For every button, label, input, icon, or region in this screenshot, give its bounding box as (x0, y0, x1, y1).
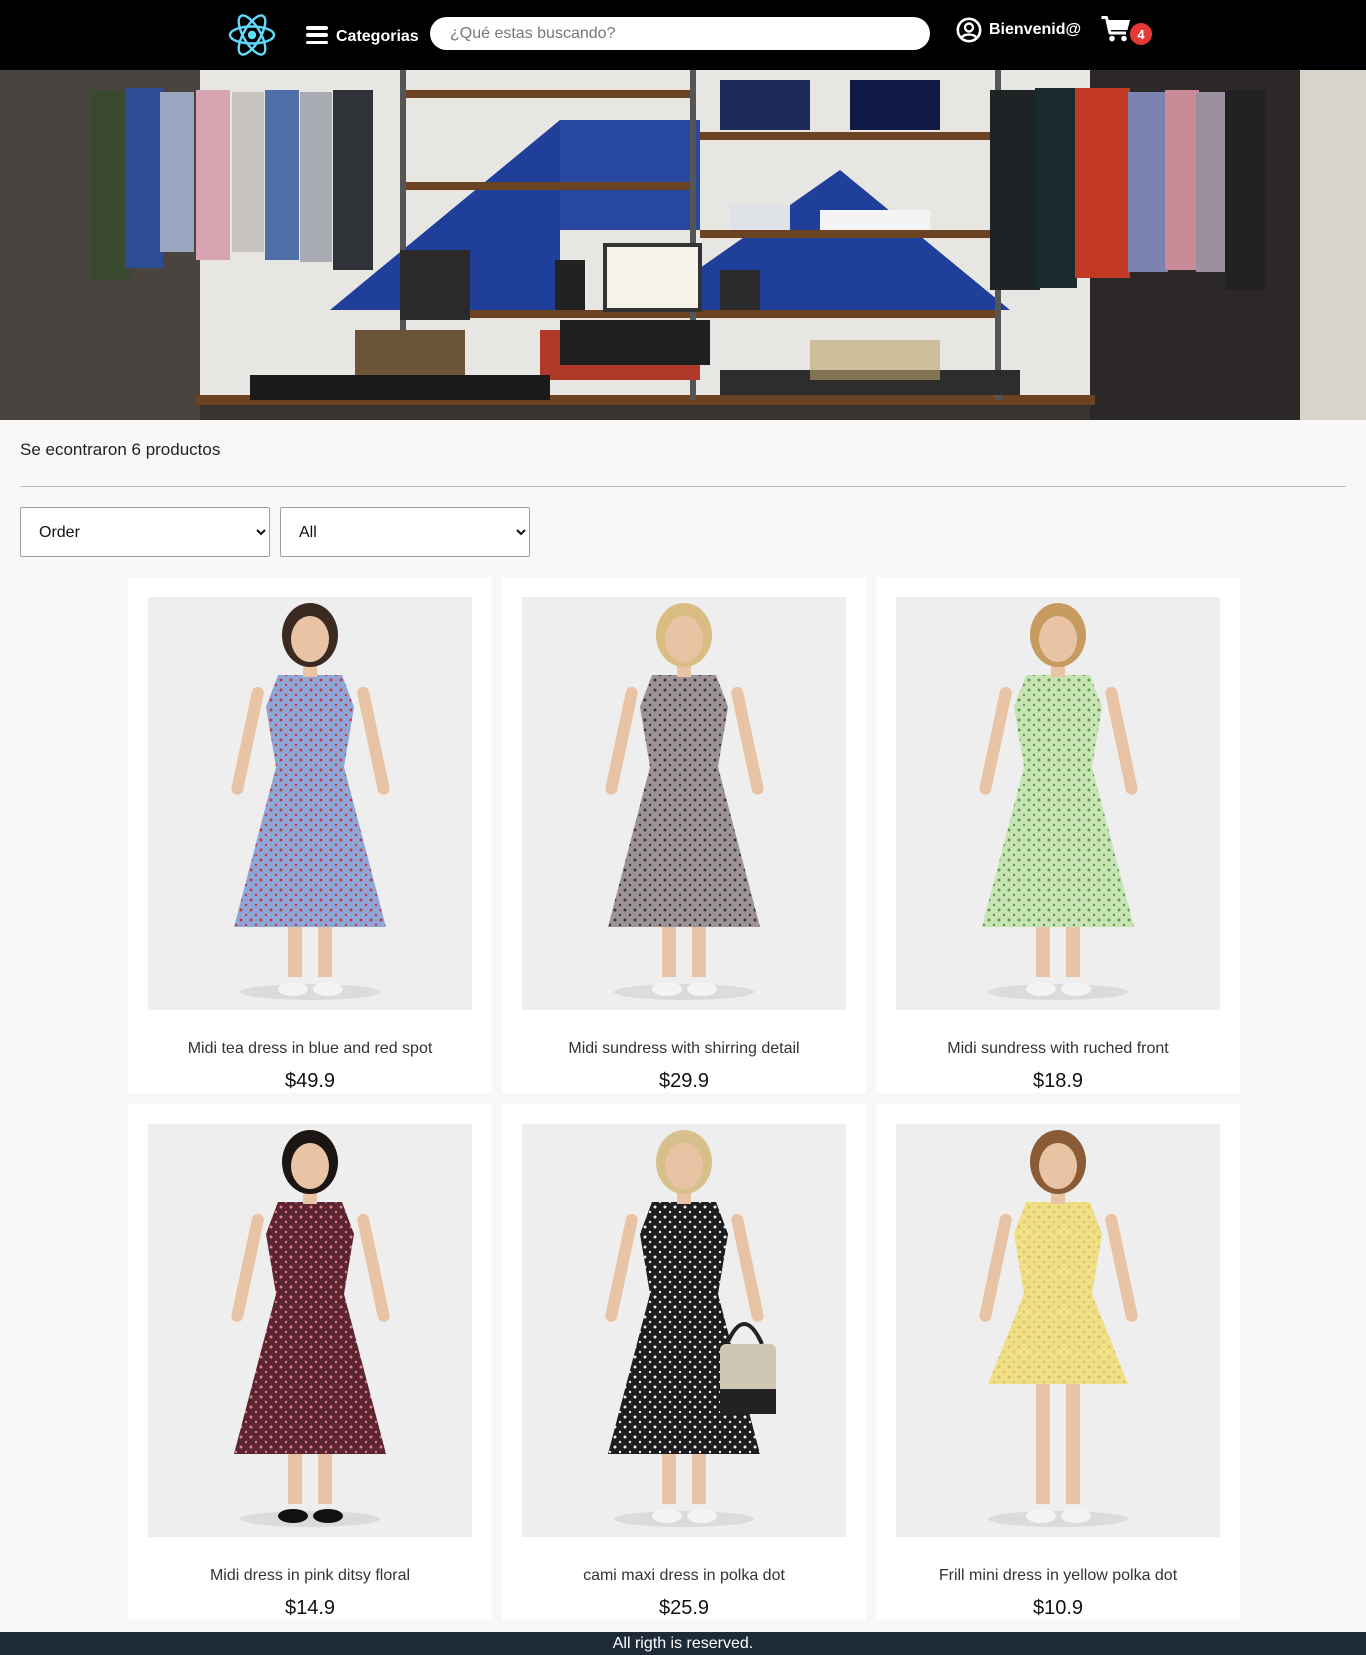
cart-count-badge: 4 (1130, 23, 1152, 45)
category-filter-select[interactable]: All (280, 507, 530, 557)
product-card[interactable]: Midi sundress with shirring detail $29.9 (502, 577, 866, 1093)
product-card[interactable]: Midi tea dress in blue and red spot $49.… (128, 577, 492, 1093)
product-price: $25.9 (658, 1597, 710, 1619)
top-navbar: Categorias Bienvenid@ 4 (0, 0, 1366, 70)
product-name[interactable]: Midi sundress with shirring detail (502, 1040, 866, 1058)
order-select[interactable]: Order (20, 507, 270, 557)
react-atom-icon[interactable] (226, 11, 278, 59)
product-name[interactable]: Midi dress in pink ditsy floral (128, 1567, 492, 1585)
product-name[interactable]: Midi sundress with ruched front (876, 1040, 1240, 1058)
menu-icon (306, 26, 328, 44)
divider (20, 486, 1346, 487)
product-image[interactable] (522, 597, 846, 1010)
product-price: $14.9 (284, 1597, 336, 1619)
product-card[interactable]: Midi sundress with ruched front $18.9 (876, 577, 1240, 1093)
product-image[interactable] (148, 1124, 472, 1537)
categories-label: Categorias (336, 27, 419, 45)
product-image[interactable] (896, 1124, 1220, 1537)
product-image[interactable] (522, 1124, 846, 1537)
product-price: $49.9 (284, 1070, 336, 1092)
product-name[interactable]: cami maxi dress in polka dot (502, 1567, 866, 1585)
footer: All rigth is reserved. (0, 1632, 1366, 1655)
product-card[interactable]: Midi dress in pink ditsy floral $14.9 (128, 1104, 492, 1620)
shopping-cart-icon (1101, 16, 1130, 42)
welcome-label: Bienvenid@ (989, 21, 1082, 38)
store-banner-image (0, 70, 1366, 420)
product-image[interactable] (896, 597, 1220, 1010)
results-count: Se econtraron 6 productos (20, 440, 221, 459)
user-account-button[interactable]: Bienvenid@ (956, 16, 1081, 44)
product-card[interactable]: cami maxi dress in polka dot $25.9 (502, 1104, 866, 1620)
categories-button[interactable]: Categorias (306, 22, 419, 48)
product-price: $10.9 (1032, 1597, 1084, 1619)
search-input[interactable] (430, 17, 930, 50)
product-name[interactable]: Midi tea dress in blue and red spot (128, 1040, 492, 1058)
product-name[interactable]: Frill mini dress in yellow polka dot (876, 1567, 1240, 1585)
cart-button[interactable]: 4 (1101, 15, 1153, 45)
product-card[interactable]: Frill mini dress in yellow polka dot $10… (876, 1104, 1240, 1620)
product-price: $29.9 (658, 1070, 710, 1092)
user-circle-icon (956, 17, 982, 43)
product-price: $18.9 (1032, 1070, 1084, 1092)
product-image[interactable] (148, 597, 472, 1010)
